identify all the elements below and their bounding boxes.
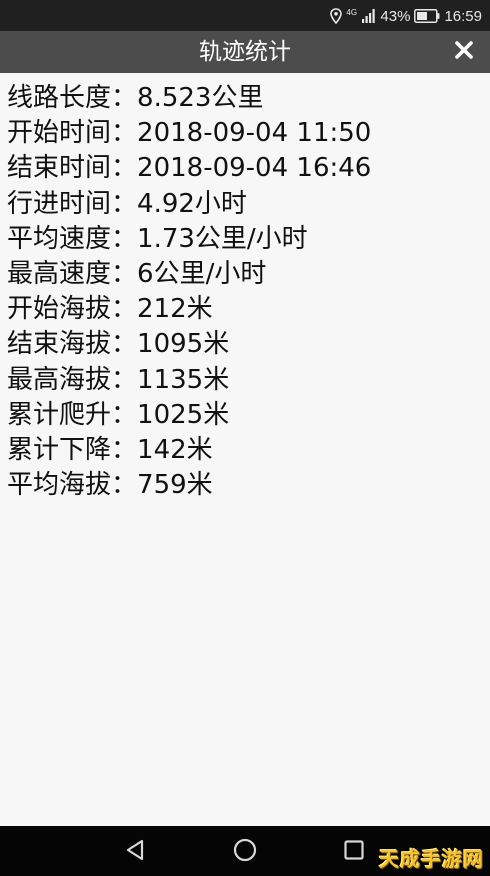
stat-label: 行进时间 (7, 188, 112, 219)
stat-separator: ： (111, 364, 138, 395)
stat-separator: ： (111, 434, 138, 465)
back-button[interactable] (121, 838, 149, 866)
stat-label: 平均海拔 (7, 470, 112, 501)
stat-value: 212米 (137, 294, 213, 325)
page-title: 轨迹统计 (199, 39, 291, 65)
stat-separator: ： (111, 258, 138, 289)
stat-label: 线路长度 (7, 83, 112, 113)
stat-value: 2018-09-04 16:46 (137, 153, 372, 184)
stat-value: 2018-09-04 11:50 (137, 118, 372, 149)
status-bar: 4G 43% 16:59 (0, 0, 490, 31)
signal-icon (362, 9, 376, 23)
stat-separator: ： (111, 223, 138, 254)
stat-label: 开始海拔 (7, 294, 112, 325)
stat-row-start-altitude: 开始海拔：212米 (7, 292, 371, 327)
stat-row-start-time: 开始时间：2018-09-04 11:50 (7, 116, 371, 151)
stat-row-end-time: 结束时间：2018-09-04 16:46 (7, 151, 371, 186)
stat-row-moving-time: 行进时间：4.92小时 (7, 187, 371, 222)
stat-separator: ： (111, 83, 138, 113)
stat-separator: ： (111, 153, 138, 184)
recents-icon (343, 839, 365, 865)
stat-value: 1.73公里/小时 (137, 223, 308, 254)
stat-separator: ： (111, 118, 138, 149)
navigation-bar: 天成手游网 (0, 826, 490, 876)
network-type: 4G (346, 7, 358, 17)
stat-value: 1135米 (137, 364, 230, 395)
stat-row-average-speed: 平均速度：1.73公里/小时 (7, 222, 371, 257)
stat-separator: ： (111, 294, 138, 325)
stats-panel: 线路长度：8.523公里 开始时间：2018-09-04 11:50 结束时间：… (0, 73, 490, 826)
stat-label: 开始时间 (7, 118, 112, 149)
stat-value: 142米 (137, 434, 213, 465)
stats-list: 线路长度：8.523公里 开始时间：2018-09-04 11:50 结束时间：… (7, 81, 371, 503)
stat-row-route-length: 线路长度：8.523公里 (7, 81, 371, 116)
status-icons: 4G 43% 16:59 (330, 6, 482, 26)
close-button[interactable] (448, 36, 480, 68)
home-icon (232, 837, 258, 867)
watermark-text: 天成手游网 (379, 847, 484, 871)
home-button[interactable] (231, 838, 259, 866)
stat-value: 4.92小时 (137, 188, 247, 219)
stat-label: 最高海拔 (7, 364, 112, 395)
title-bar: 轨迹统计 (0, 31, 490, 73)
stat-value: 759米 (137, 470, 213, 501)
site-watermark: 天成手游网 (379, 843, 484, 872)
battery-icon (414, 9, 440, 23)
status-time: 16:59 (444, 7, 482, 25)
stat-row-end-altitude: 结束海拔：1095米 (7, 327, 371, 362)
stat-label: 结束海拔 (7, 329, 112, 360)
stat-separator: ： (111, 470, 138, 501)
stat-separator: ： (111, 329, 138, 360)
battery-percent: 43% (380, 7, 411, 25)
stat-row-max-speed: 最高速度：6公里/小时 (7, 257, 371, 292)
stat-row-max-altitude: 最高海拔：1135米 (7, 363, 371, 398)
stat-separator: ： (111, 188, 138, 219)
stat-row-total-descent: 累计下降：142米 (7, 433, 371, 468)
location-icon (330, 8, 343, 24)
stat-value: 6公里/小时 (137, 258, 267, 289)
back-icon (124, 838, 146, 866)
close-icon (454, 40, 474, 64)
stat-label: 平均速度 (7, 223, 112, 254)
recents-button[interactable] (340, 838, 368, 866)
stat-label: 累计爬升 (7, 399, 112, 430)
stat-label: 最高速度 (7, 258, 112, 289)
stat-value: 1095米 (137, 329, 230, 360)
stat-value: 8.523公里 (137, 83, 264, 113)
stat-label: 累计下降 (7, 434, 112, 465)
stat-value: 1025米 (137, 399, 230, 430)
stat-separator: ： (111, 399, 138, 430)
stat-label: 结束时间 (7, 153, 112, 184)
stat-row-average-altitude: 平均海拔：759米 (7, 468, 371, 503)
stat-row-total-ascent: 累计爬升：1025米 (7, 398, 371, 433)
